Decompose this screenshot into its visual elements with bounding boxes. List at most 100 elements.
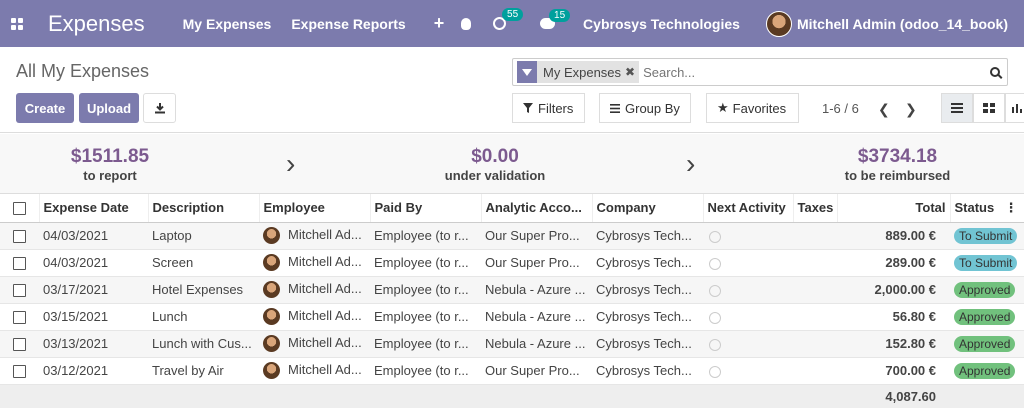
table-row[interactable]: 03/13/2021 Lunch with Cus... Mitchell Ad..…: [0, 330, 1024, 358]
cell-analytic-account: Our Super Pro...: [481, 357, 592, 385]
column-next-activity[interactable]: Next Activity: [703, 194, 794, 223]
user-avatar: [765, 10, 792, 37]
upload-button[interactable]: Upload: [79, 93, 139, 123]
activity-clock-icon[interactable]: [709, 365, 721, 378]
table-row[interactable]: 03/12/2021 Travel by Air Mitchell Ad... Emp…: [0, 357, 1024, 385]
cell-next-activity[interactable]: [703, 222, 793, 250]
cell-next-activity[interactable]: [703, 330, 793, 358]
column-taxes[interactable]: Taxes: [793, 194, 838, 223]
company-switcher[interactable]: Cybrosys Technologies: [583, 16, 740, 32]
summary-label: to report: [83, 168, 137, 183]
app-brand[interactable]: Expenses: [48, 11, 145, 37]
facet-label: My Expenses: [543, 64, 622, 80]
facet-remove-icon[interactable]: ✖: [625, 65, 639, 79]
activity-clock-icon[interactable]: [709, 338, 721, 351]
column-total[interactable]: Total: [837, 194, 951, 223]
graph-view-button[interactable]: [1005, 93, 1024, 123]
pager-value[interactable]: 1-6 / 6: [822, 101, 859, 116]
pager-previous-icon[interactable]: ❮: [878, 101, 890, 118]
column-paid-by[interactable]: Paid By: [370, 194, 482, 223]
cell-total: 152.80 €: [837, 330, 950, 358]
summary-label: under validation: [444, 168, 546, 183]
status-badge: To Submit: [954, 227, 1018, 244]
cell-employee: Mitchell Ad...: [259, 330, 370, 358]
row-checkbox[interactable]: [0, 330, 39, 358]
plus-icon[interactable]: +: [434, 13, 445, 34]
cell-paid-by: Employee (to r...: [370, 276, 481, 304]
cell-description: Hotel Expenses: [148, 276, 259, 304]
cell-status: To Submit: [950, 222, 1024, 250]
menu-expense-reports[interactable]: Expense Reports: [291, 16, 405, 32]
messaging-button[interactable]: 15: [540, 9, 571, 29]
cell-total: 56.80 €: [837, 303, 950, 331]
footer-total: 4,087.60: [837, 384, 950, 408]
column-company[interactable]: Company: [592, 194, 704, 223]
cell-status: To Submit: [950, 249, 1024, 277]
create-button[interactable]: Create: [16, 93, 74, 123]
table-row[interactable]: 03/15/2021 Lunch Mitchell Ad... Employee (t…: [0, 303, 1024, 331]
cell-analytic-account: Nebula - Azure ...: [481, 330, 592, 358]
activity-clock-icon[interactable]: [709, 311, 721, 324]
column-analytic-account[interactable]: Analytic Acco...: [481, 194, 593, 223]
cell-employee: Mitchell Ad...: [259, 222, 370, 250]
table-row[interactable]: 04/03/2021 Screen Mitchell Ad... Employee (…: [0, 249, 1024, 277]
activity-clock-icon[interactable]: [709, 284, 721, 297]
cell-date: 04/03/2021: [39, 249, 148, 277]
filters-button[interactable]: Filters: [512, 93, 585, 123]
summary-to-be-reimbursed[interactable]: $3734.18 to be reimbursed: [820, 146, 975, 183]
list-view-button[interactable]: [941, 93, 973, 123]
select-all-checkbox[interactable]: [0, 194, 40, 223]
cell-next-activity[interactable]: [703, 249, 793, 277]
search-input[interactable]: [643, 64, 990, 80]
apps-menu-button[interactable]: [0, 0, 34, 47]
top-navbar: Expenses My Expenses Expense Reports + 5…: [0, 0, 1024, 47]
row-checkbox[interactable]: [0, 249, 39, 277]
activity-clock-icon[interactable]: [709, 257, 721, 270]
cell-description: Travel by Air: [148, 357, 259, 385]
row-checkbox[interactable]: [0, 222, 39, 250]
row-checkbox[interactable]: [0, 276, 39, 304]
employee-avatar: [263, 308, 280, 326]
column-employee[interactable]: Employee: [259, 194, 371, 223]
activity-clock-icon[interactable]: [709, 230, 721, 243]
column-expense-date[interactable]: Expense Date: [39, 194, 149, 223]
menu-my-expenses[interactable]: My Expenses: [183, 16, 272, 32]
favorites-button[interactable]: ★ Favorites: [706, 93, 799, 123]
table-row[interactable]: 03/17/2021 Hotel Expenses Mitchell Ad... Em…: [0, 276, 1024, 304]
cell-taxes: [793, 303, 837, 331]
status-badge: Approved: [954, 308, 1016, 325]
row-checkbox[interactable]: [0, 357, 39, 385]
cell-analytic-account: Our Super Pro...: [481, 222, 592, 250]
groupby-button[interactable]: Group By: [599, 93, 691, 123]
cell-paid-by: Employee (to r...: [370, 330, 481, 358]
user-menu[interactable]: Mitchell Admin (odoo_14_book): [765, 10, 1008, 37]
pager-next-icon[interactable]: ❯: [905, 101, 917, 118]
optional-columns-icon[interactable]: ⋮: [1005, 200, 1018, 216]
cell-analytic-account: Nebula - Azure ...: [481, 276, 592, 304]
status-badge: Approved: [954, 335, 1016, 352]
cell-next-activity[interactable]: [703, 357, 793, 385]
search-icon[interactable]: [990, 67, 1000, 77]
cell-paid-by: Employee (to r...: [370, 303, 481, 331]
bars-icon: [610, 103, 620, 113]
download-button[interactable]: [143, 93, 176, 123]
kanban-view-button[interactable]: [973, 93, 1005, 123]
column-status[interactable]: Status ⋮: [950, 194, 1024, 223]
summary-under-validation[interactable]: $0.00 under validation: [420, 146, 570, 183]
employee-name: Mitchell Ad...: [288, 280, 362, 296]
cell-description: Lunch: [148, 303, 259, 331]
cell-employee: Mitchell Ad...: [259, 276, 370, 304]
apps-grid-icon: [11, 17, 23, 30]
kanban-view-icon: [983, 103, 995, 113]
cell-next-activity[interactable]: [703, 303, 793, 331]
column-description[interactable]: Description: [148, 194, 260, 223]
cell-employee: Mitchell Ad...: [259, 249, 370, 277]
row-checkbox[interactable]: [0, 303, 39, 331]
cell-next-activity[interactable]: [703, 276, 793, 304]
summary-to-report[interactable]: $1511.85 to report: [40, 146, 180, 183]
debug-bug-icon[interactable]: [461, 17, 472, 30]
filters-label: Filters: [538, 100, 574, 116]
table-row[interactable]: 04/03/2021 Laptop Mitchell Ad... Employee (…: [0, 222, 1024, 250]
activity-button[interactable]: 55: [493, 8, 524, 30]
message-count-badge: 15: [549, 9, 571, 22]
